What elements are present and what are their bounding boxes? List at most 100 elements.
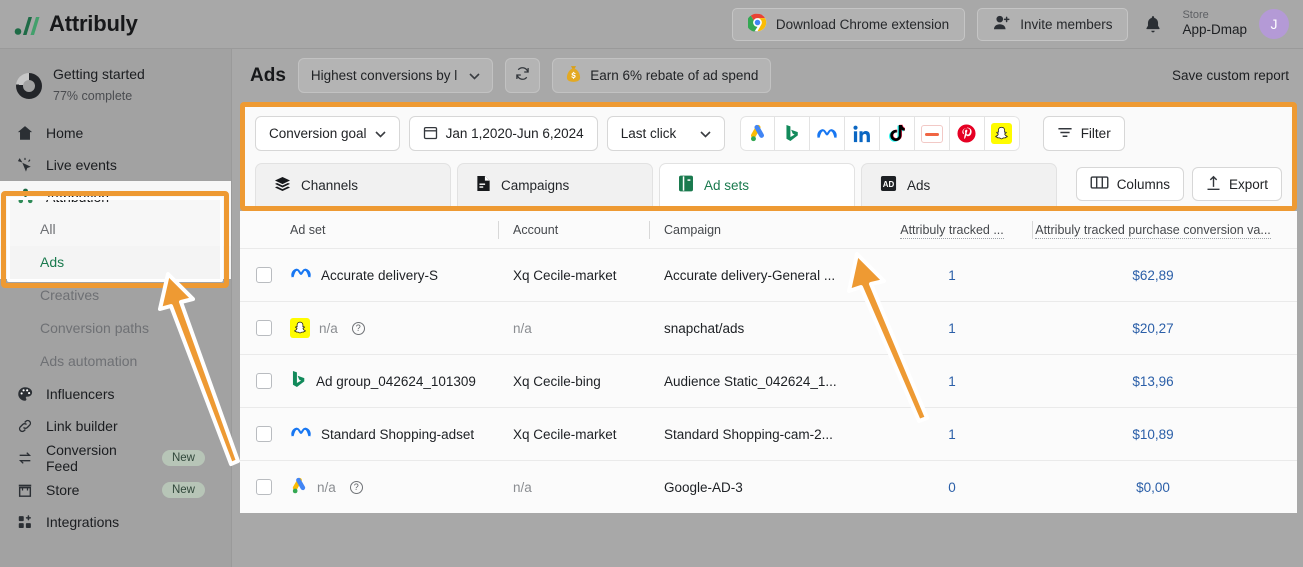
cell-tracked[interactable]: 1 [872, 321, 1032, 336]
tab-ads[interactable]: AD Ads [861, 163, 1057, 206]
pinterest-icon[interactable] [950, 116, 985, 151]
cell-value[interactable]: $10,89 [1033, 427, 1273, 442]
cell-tracked[interactable]: 1 [872, 268, 1032, 283]
column-header-campaign[interactable]: Campaign [650, 223, 872, 237]
storefront-icon [16, 481, 34, 499]
sidebar-item-all[interactable]: All [0, 213, 231, 246]
row-checkbox-cell[interactable] [240, 267, 288, 283]
sidebar-item-label: Influencers [46, 386, 114, 402]
refresh-icon [514, 65, 531, 87]
sidebar-item-link-builder[interactable]: Link builder [0, 410, 231, 442]
cell-tracked[interactable]: 0 [872, 480, 1032, 495]
rebate-banner[interactable]: Earn 6% rebate of ad spend [552, 58, 771, 93]
table-row[interactable]: Ad group_042624_101309Xq Cecile-bingAudi… [240, 354, 1297, 407]
table-row[interactable]: n/a?n/aGoogle-AD-30$0,00 [240, 460, 1297, 513]
sidebar-item-integrations[interactable]: Integrations [0, 506, 231, 538]
row-checkbox-cell[interactable] [240, 320, 288, 336]
cell-tracked[interactable]: 1 [872, 374, 1032, 389]
sidebar-item-ads[interactable]: Ads [0, 246, 231, 279]
table-row[interactable]: n/a?n/asnapchat/ads1$20,27 [240, 301, 1297, 354]
column-header-tracked[interactable]: Attribuly tracked ... [872, 223, 1032, 237]
row-checkbox-cell[interactable] [240, 373, 288, 389]
chevron-down-icon [700, 126, 711, 141]
invite-members-label: Invite members [1020, 17, 1112, 32]
getting-started-subtitle: 77% complete [53, 89, 132, 103]
bar-chart-logo-icon [14, 13, 40, 35]
sidebar-item-ads-automation[interactable]: Ads automation [0, 345, 231, 378]
rebate-banner-label: Earn 6% rebate of ad spend [590, 68, 758, 83]
store-switcher[interactable]: Store App-Dmap [1178, 9, 1247, 40]
sidebar-item-conversion-paths[interactable]: Conversion paths [0, 312, 231, 345]
bing-ads-icon[interactable] [775, 116, 810, 151]
cell-value[interactable]: $0,00 [1033, 480, 1273, 495]
cell-ad-set: n/a? [288, 477, 498, 498]
invite-members-button[interactable]: Invite members [977, 8, 1128, 41]
sidebar-item-store[interactable]: Store New [0, 474, 231, 506]
row-checkbox-cell[interactable] [240, 426, 288, 442]
table-row[interactable]: Accurate delivery-SXq Cecile-marketAccur… [240, 248, 1297, 301]
sidebar-item-live-events[interactable]: Live events [0, 149, 231, 181]
save-custom-report-button[interactable]: Save custom report [1172, 68, 1289, 83]
attribution-model-select[interactable]: Last click [607, 116, 725, 151]
sidebar-badge-new: New [162, 450, 205, 466]
filter-label: Filter [1081, 126, 1111, 141]
progress-ring-icon [16, 73, 42, 99]
cell-value[interactable]: $62,89 [1033, 268, 1273, 283]
row-checkbox[interactable] [256, 267, 272, 283]
conversion-goal-select[interactable]: Conversion goal [255, 116, 400, 151]
filters-row: Conversion goal Jan 1,2020-Jun 6,2024 [255, 116, 1282, 151]
cell-value[interactable]: $13,96 [1033, 374, 1273, 389]
row-checkbox[interactable] [256, 320, 272, 336]
brand-logo[interactable]: Attribuly [0, 11, 232, 37]
sidebar-item-creatives[interactable]: Creatives [0, 279, 231, 312]
snapchat-icon[interactable] [985, 116, 1020, 151]
meta-icon[interactable] [810, 116, 845, 151]
table-row[interactable]: Standard Shopping-adsetXq Cecile-marketS… [240, 407, 1297, 460]
tab-ad-sets[interactable]: Ad sets [659, 163, 855, 206]
table-body: Accurate delivery-SXq Cecile-marketAccur… [240, 248, 1297, 513]
sidebar-item-conversion-feed[interactable]: Conversion Feed New [0, 442, 231, 474]
download-chrome-extension-button[interactable]: Download Chrome extension [732, 8, 965, 41]
brand-name: Attribuly [49, 11, 138, 37]
upload-icon [1206, 175, 1221, 194]
sidebar-item-influencers[interactable]: Influencers [0, 378, 231, 410]
ad-badge-icon: AD [880, 175, 897, 195]
tab-channels[interactable]: Channels [255, 163, 451, 206]
integrations-icon [16, 513, 34, 531]
criteo-icon[interactable] [915, 116, 950, 151]
info-icon[interactable]: ? [352, 322, 365, 335]
page-header: Ads Highest conversions by l [232, 49, 1303, 102]
tab-campaigns[interactable]: Campaigns [457, 163, 653, 206]
top-bar-actions: Download Chrome extension Invite members [732, 8, 1303, 41]
export-button[interactable]: Export [1192, 167, 1282, 201]
date-range-picker[interactable]: Jan 1,2020-Jun 6,2024 [409, 116, 598, 151]
refresh-button[interactable] [505, 58, 540, 93]
row-checkbox[interactable] [256, 479, 272, 495]
ad-set-name: n/a [319, 321, 338, 336]
bell-icon[interactable] [1140, 9, 1166, 39]
column-header-account[interactable]: Account [499, 223, 649, 237]
report-select[interactable]: Highest conversions by l [298, 58, 493, 93]
info-icon[interactable]: ? [350, 481, 363, 494]
tiktok-icon[interactable] [880, 116, 915, 151]
tab-actions: Columns Export [1076, 167, 1282, 206]
row-checkbox[interactable] [256, 426, 272, 442]
row-checkbox-cell[interactable] [240, 479, 288, 495]
column-header-ad-set[interactable]: Ad set [288, 223, 498, 237]
ad-set-name: Accurate delivery-S [321, 268, 438, 283]
cell-value[interactable]: $20,27 [1033, 321, 1273, 336]
getting-started-widget[interactable]: Getting started 77% complete [0, 59, 231, 117]
column-header-value[interactable]: Attribuly tracked purchase conversion va… [1033, 223, 1273, 237]
filter-button[interactable]: Filter [1043, 116, 1125, 151]
sidebar-item-home[interactable]: Home [0, 117, 231, 149]
cell-tracked[interactable]: 1 [872, 427, 1032, 442]
ad-set-name: Standard Shopping-adset [321, 427, 474, 442]
sidebar-item-attribution[interactable]: Attribution [0, 181, 231, 213]
google-ads-icon[interactable] [740, 116, 775, 151]
avatar[interactable]: J [1259, 9, 1289, 39]
columns-button[interactable]: Columns [1076, 167, 1184, 201]
linkedin-icon[interactable] [845, 116, 880, 151]
conversion-goal-label: Conversion goal [269, 126, 367, 141]
row-checkbox[interactable] [256, 373, 272, 389]
attribuly-ads-page: Attribuly Download Chrome extension [0, 0, 1303, 567]
